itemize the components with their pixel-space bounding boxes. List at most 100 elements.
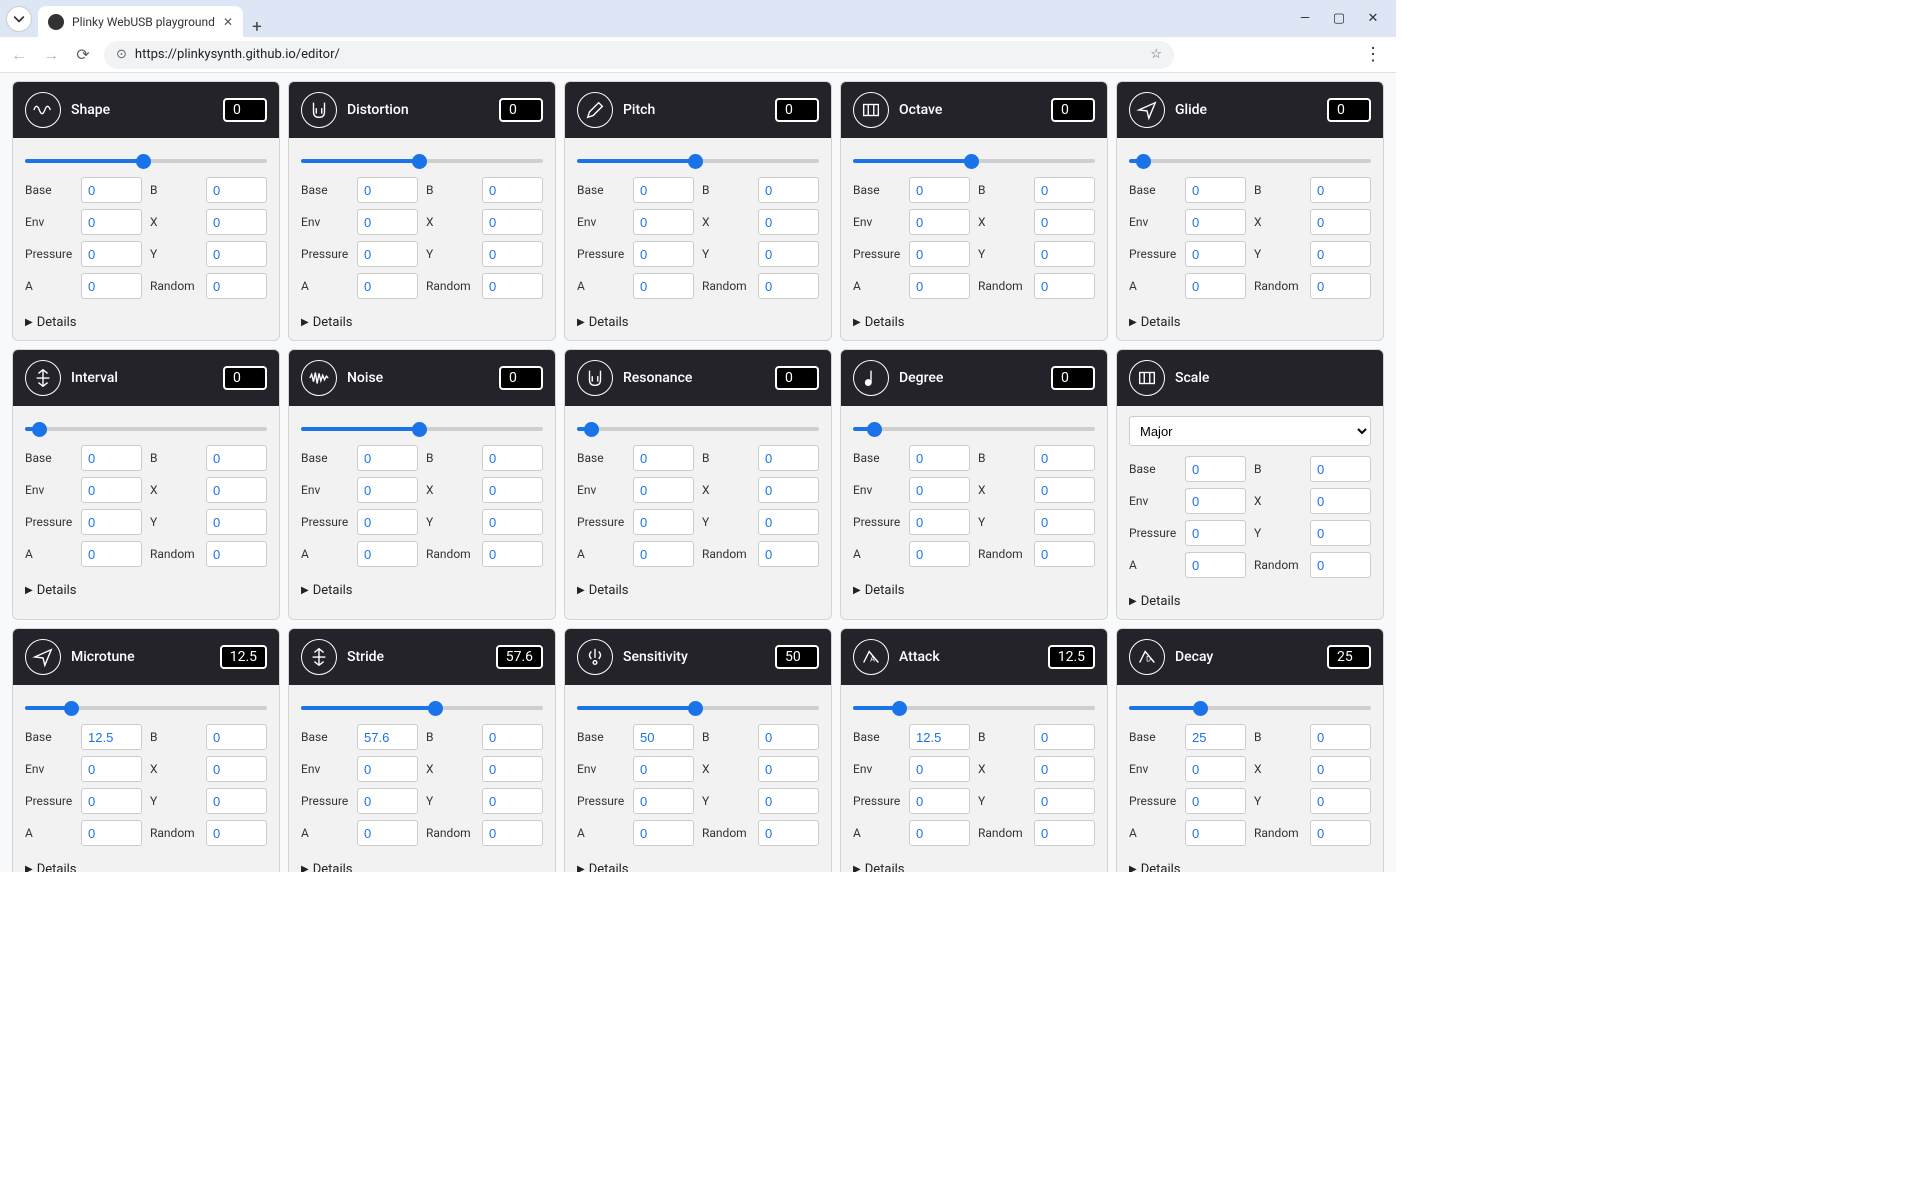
microtune-random-input[interactable] bbox=[206, 820, 267, 846]
details-summary[interactable]: Details bbox=[301, 315, 543, 330]
glide-env-input[interactable] bbox=[1185, 209, 1246, 235]
octave-x-input[interactable] bbox=[1034, 209, 1095, 235]
resonance-random-input[interactable] bbox=[758, 541, 819, 567]
details-summary[interactable]: Details bbox=[25, 862, 267, 872]
pitch-pressure-input[interactable] bbox=[633, 241, 694, 267]
interval-a-input[interactable] bbox=[81, 541, 142, 567]
details-summary[interactable]: Details bbox=[577, 862, 819, 872]
interval-base-input[interactable] bbox=[81, 445, 142, 471]
octave-slider[interactable] bbox=[853, 159, 1095, 163]
attack-random-input[interactable] bbox=[1034, 820, 1095, 846]
noise-x-input[interactable] bbox=[482, 477, 543, 503]
attack-details[interactable]: Details bbox=[853, 862, 1095, 872]
degree-base-input[interactable] bbox=[909, 445, 970, 471]
octave-env-input[interactable] bbox=[909, 209, 970, 235]
sensitivity-pressure-input[interactable] bbox=[633, 788, 694, 814]
glide-a-input[interactable] bbox=[1185, 273, 1246, 299]
distortion-x-input[interactable] bbox=[482, 209, 543, 235]
resonance-y-input[interactable] bbox=[758, 509, 819, 535]
decay-random-input[interactable] bbox=[1310, 820, 1371, 846]
degree-b-input[interactable] bbox=[1034, 445, 1095, 471]
scale-env-input[interactable] bbox=[1185, 488, 1246, 514]
scale-b-input[interactable] bbox=[1310, 456, 1371, 482]
glide-y-input[interactable] bbox=[1310, 241, 1371, 267]
microtune-x-input[interactable] bbox=[206, 756, 267, 782]
noise-a-input[interactable] bbox=[357, 541, 418, 567]
new-tab-button[interactable]: + bbox=[243, 17, 271, 37]
browser-menu-button[interactable]: ⋮ bbox=[1364, 44, 1388, 65]
distortion-details[interactable]: Details bbox=[301, 315, 543, 330]
attack-a-input[interactable] bbox=[909, 820, 970, 846]
distortion-base-input[interactable] bbox=[357, 177, 418, 203]
interval-slider[interactable] bbox=[25, 427, 267, 431]
octave-random-input[interactable] bbox=[1034, 273, 1095, 299]
details-summary[interactable]: Details bbox=[1129, 594, 1371, 609]
scale-y-input[interactable] bbox=[1310, 520, 1371, 546]
resonance-base-input[interactable] bbox=[633, 445, 694, 471]
details-summary[interactable]: Details bbox=[1129, 862, 1371, 872]
stride-base-input[interactable] bbox=[357, 724, 418, 750]
decay-base-input[interactable] bbox=[1185, 724, 1246, 750]
interval-y-input[interactable] bbox=[206, 509, 267, 535]
nav-back-button[interactable]: ← bbox=[8, 44, 30, 66]
interval-pressure-input[interactable] bbox=[81, 509, 142, 535]
scale-x-input[interactable] bbox=[1310, 488, 1371, 514]
resonance-b-input[interactable] bbox=[758, 445, 819, 471]
pitch-b-input[interactable] bbox=[758, 177, 819, 203]
degree-slider[interactable] bbox=[853, 427, 1095, 431]
scale-a-input[interactable] bbox=[1185, 552, 1246, 578]
resonance-a-input[interactable] bbox=[633, 541, 694, 567]
details-summary[interactable]: Details bbox=[25, 583, 267, 598]
distortion-a-input[interactable] bbox=[357, 273, 418, 299]
decay-b-input[interactable] bbox=[1310, 724, 1371, 750]
sensitivity-slider[interactable] bbox=[577, 706, 819, 710]
attack-base-input[interactable] bbox=[909, 724, 970, 750]
attack-x-input[interactable] bbox=[1034, 756, 1095, 782]
pitch-random-input[interactable] bbox=[758, 273, 819, 299]
decay-slider[interactable] bbox=[1129, 706, 1371, 710]
sensitivity-b-input[interactable] bbox=[758, 724, 819, 750]
distortion-y-input[interactable] bbox=[482, 241, 543, 267]
resonance-slider[interactable] bbox=[577, 427, 819, 431]
url-box[interactable]: ⊙ https://plinkysynth.github.io/editor/ … bbox=[104, 41, 1174, 69]
decay-a-input[interactable] bbox=[1185, 820, 1246, 846]
sensitivity-base-input[interactable] bbox=[633, 724, 694, 750]
decay-x-input[interactable] bbox=[1310, 756, 1371, 782]
stride-a-input[interactable] bbox=[357, 820, 418, 846]
octave-y-input[interactable] bbox=[1034, 241, 1095, 267]
pitch-slider[interactable] bbox=[577, 159, 819, 163]
details-summary[interactable]: Details bbox=[853, 315, 1095, 330]
page-viewport[interactable]: Shape0BaseBEnvXPressureYARandomDetailsDi… bbox=[0, 73, 1396, 872]
interval-b-input[interactable] bbox=[206, 445, 267, 471]
glide-slider[interactable] bbox=[1129, 159, 1371, 163]
pitch-y-input[interactable] bbox=[758, 241, 819, 267]
shape-details[interactable]: Details bbox=[25, 315, 267, 330]
degree-random-input[interactable] bbox=[1034, 541, 1095, 567]
octave-base-input[interactable] bbox=[909, 177, 970, 203]
decay-y-input[interactable] bbox=[1310, 788, 1371, 814]
details-summary[interactable]: Details bbox=[1129, 315, 1371, 330]
shape-env-input[interactable] bbox=[81, 209, 142, 235]
distortion-pressure-input[interactable] bbox=[357, 241, 418, 267]
window-close-button[interactable]: ✕ bbox=[1356, 6, 1390, 30]
stride-b-input[interactable] bbox=[482, 724, 543, 750]
nav-reload-button[interactable]: ⟳ bbox=[72, 44, 94, 66]
shape-y-input[interactable] bbox=[206, 241, 267, 267]
stride-y-input[interactable] bbox=[482, 788, 543, 814]
decay-env-input[interactable] bbox=[1185, 756, 1246, 782]
pitch-base-input[interactable] bbox=[633, 177, 694, 203]
glide-pressure-input[interactable] bbox=[1185, 241, 1246, 267]
microtune-details[interactable]: Details bbox=[25, 862, 267, 872]
details-summary[interactable]: Details bbox=[577, 315, 819, 330]
attack-slider[interactable] bbox=[853, 706, 1095, 710]
microtune-env-input[interactable] bbox=[81, 756, 142, 782]
degree-env-input[interactable] bbox=[909, 477, 970, 503]
sensitivity-details[interactable]: Details bbox=[577, 862, 819, 872]
glide-b-input[interactable] bbox=[1310, 177, 1371, 203]
scale-random-input[interactable] bbox=[1310, 552, 1371, 578]
decay-pressure-input[interactable] bbox=[1185, 788, 1246, 814]
distortion-b-input[interactable] bbox=[482, 177, 543, 203]
pitch-details[interactable]: Details bbox=[577, 315, 819, 330]
stride-random-input[interactable] bbox=[482, 820, 543, 846]
site-info-icon[interactable]: ⊙ bbox=[116, 47, 127, 62]
